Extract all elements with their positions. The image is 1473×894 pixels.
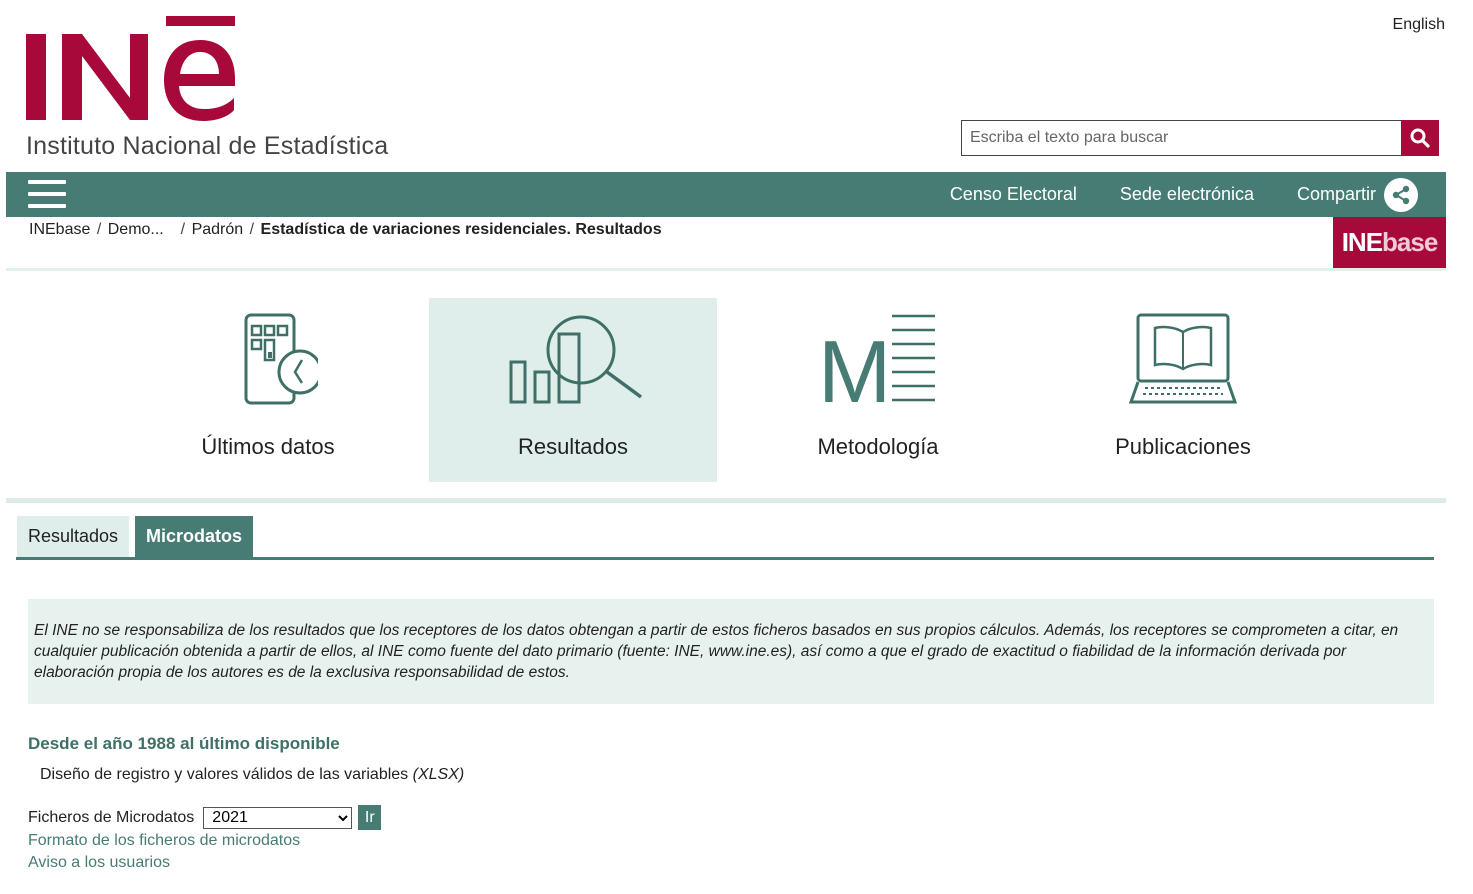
tile-resultados[interactable]: Resultados: [429, 298, 717, 482]
tile-label: Resultados: [517, 434, 629, 459]
tile-label: Publicaciones: [1115, 434, 1251, 459]
divider: [6, 268, 1446, 271]
inebase-logo[interactable]: INEbase: [1333, 217, 1446, 268]
methodology-document-icon: M: [818, 314, 935, 410]
section-title: Desde el año 1988 al último disponible: [28, 734, 340, 753]
svg-text:M: M: [818, 322, 891, 410]
calendar-clock-icon: [244, 313, 318, 405]
design-row: Diseño de registro y valores válidos de …: [40, 766, 464, 784]
tile-publicaciones[interactable]: Publicaciones: [1039, 298, 1327, 482]
search-bar: [961, 120, 1439, 156]
breadcrumb: INEbase / Demo... / Padrón / Estadística…: [29, 221, 662, 238]
tab-bar: Resultados Microdatos: [16, 516, 1434, 560]
breadcrumb-current: Estadística de variaciones residenciales…: [260, 221, 662, 238]
search-input[interactable]: [961, 120, 1401, 156]
tile-label: Últimos datos: [201, 434, 335, 459]
microdata-row: Ficheros de Microdatos 2021 Ir: [28, 805, 382, 830]
org-name: Instituto Nacional de Estadística: [26, 132, 389, 160]
search-icon: [1410, 128, 1430, 148]
inebase-logo-text: INEbase: [1341, 227, 1439, 257]
tile-label: Metodología: [817, 434, 939, 459]
tile-ultimos-datos[interactable]: Últimos datos: [124, 298, 412, 482]
share-icon: [1384, 177, 1418, 212]
breadcrumb-item-padron[interactable]: Padrón: [192, 221, 244, 238]
microdata-label: Ficheros de Microdatos: [28, 808, 195, 826]
design-format: (XLSX): [412, 766, 465, 783]
users-notice-link[interactable]: Aviso a los usuarios: [28, 854, 170, 872]
nav-link-compartir[interactable]: Compartir: [1296, 177, 1418, 212]
ine-logo-mark: [26, 16, 235, 121]
compartir-label: Compartir: [1296, 184, 1376, 204]
main-navbar: Censo Electoral Sede electrónica Compart…: [6, 172, 1446, 217]
hamburger-menu-icon[interactable]: [28, 180, 66, 210]
nav-link-censo-electoral[interactable]: Censo Electoral: [950, 184, 1077, 205]
language-link-english[interactable]: English: [1393, 16, 1445, 34]
tab-microdatos[interactable]: Microdatos: [135, 516, 253, 557]
divider: [6, 498, 1446, 503]
nav-link-sede-electronica[interactable]: Sede electrónica: [1120, 184, 1254, 205]
year-select[interactable]: 2021: [203, 806, 353, 829]
search-button[interactable]: [1401, 120, 1439, 156]
breadcrumb-item-inebase[interactable]: INEbase: [29, 221, 90, 238]
format-link[interactable]: Formato de los ficheros de microdatos: [28, 832, 300, 850]
go-button[interactable]: Ir: [358, 805, 382, 830]
ine-logo[interactable]: Instituto Nacional de Estadística: [26, 14, 426, 164]
tile-metodologia[interactable]: M Metodología: [734, 298, 1022, 482]
design-link[interactable]: Diseño de registro y valores válidos de …: [40, 766, 408, 783]
chart-magnifier-icon: [509, 315, 643, 404]
laptop-book-icon: [1128, 313, 1238, 404]
disclaimer-notice: El INE no se responsabiliza de los resul…: [28, 599, 1434, 704]
breadcrumb-item-demografia[interactable]: Demo...: [108, 221, 164, 238]
tab-resultados[interactable]: Resultados: [17, 516, 129, 557]
